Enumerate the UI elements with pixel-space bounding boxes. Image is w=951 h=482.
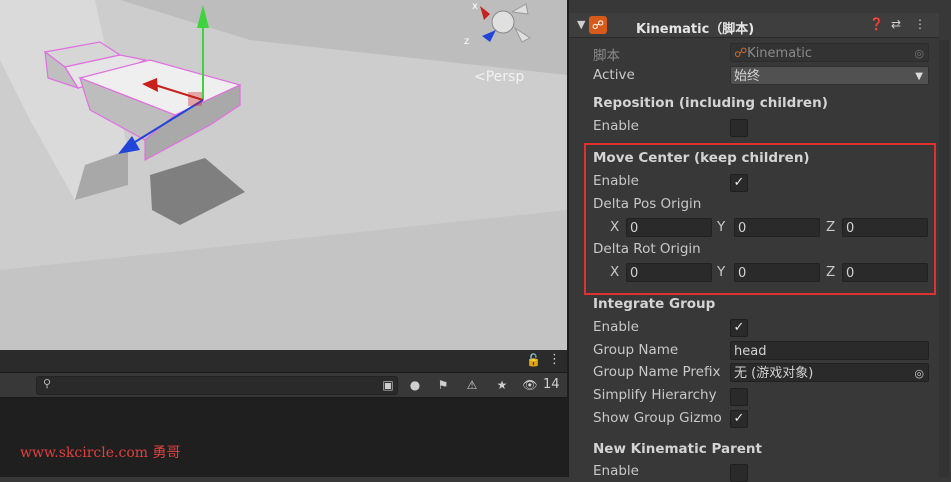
- foldout-arrow-icon[interactable]: ▼: [577, 18, 585, 31]
- show-group-gizmo-label: Show Group Gizmo: [593, 410, 722, 426]
- script-component-icon: ☍: [589, 16, 607, 34]
- highlight-box: [584, 143, 936, 295]
- hidden-count: 14: [543, 377, 560, 392]
- reposition-header: Reposition (including children): [593, 95, 828, 111]
- xy-plane-handle: [188, 92, 202, 106]
- simplify-hierarchy-label: Simplify Hierarchy: [593, 387, 717, 403]
- scene-canvas[interactable]: x z: [0, 0, 567, 350]
- projection-mode-label[interactable]: <Persp: [474, 69, 524, 85]
- show-group-gizmo-checkbox[interactable]: ✓: [730, 410, 748, 428]
- watermark: www.skcircle.com 勇哥: [20, 445, 181, 461]
- new-kinematic-parent-header: New Kinematic Parent: [593, 441, 762, 457]
- simplify-hierarchy-checkbox[interactable]: [730, 388, 748, 406]
- group-name-field[interactable]: head: [730, 341, 929, 360]
- component-title: Kinematic（脚本): [636, 22, 755, 37]
- favorite-star-icon[interactable]: ★: [491, 375, 513, 395]
- integrate-enable-checkbox[interactable]: ✓: [730, 319, 748, 337]
- component-menu-icon[interactable]: ⋮: [914, 17, 926, 31]
- group-name-prefix-field[interactable]: 无 (游戏对象) ◎: [730, 363, 929, 382]
- active-label: Active: [593, 67, 635, 83]
- object-picker-icon[interactable]: ◎: [914, 364, 924, 383]
- object-picker-icon: ◎: [914, 47, 924, 60]
- script-field: ☍Kinematic ◎: [730, 43, 929, 62]
- presets-icon[interactable]: ⇄: [891, 17, 901, 31]
- reposition-enable-checkbox[interactable]: [730, 119, 748, 137]
- panel-tab-bar: 🔓 ⋮: [0, 350, 567, 373]
- lock-icon[interactable]: 🔓: [526, 353, 541, 367]
- warning-filter-icon[interactable]: ⚠: [461, 375, 483, 395]
- search-by-type-icon[interactable]: ▣: [377, 375, 399, 395]
- search-icon: ⚲: [43, 377, 52, 390]
- group-name-prefix-label: Group Name Prefix: [593, 364, 721, 380]
- inspector-scrollbar[interactable]: [939, 40, 949, 477]
- active-dropdown[interactable]: 始终 ▼: [730, 66, 929, 85]
- integrate-enable-label: Enable: [593, 319, 639, 335]
- search-input[interactable]: ⚲: [36, 376, 398, 395]
- gizmo-z-label: z: [464, 36, 469, 47]
- reposition-enable-label: Enable: [593, 118, 639, 134]
- visibility-eye-icon[interactable]: 👁: [520, 375, 540, 395]
- new-kinematic-parent-enable-checkbox[interactable]: [730, 464, 748, 482]
- script-file-icon: ☍: [734, 46, 748, 61]
- label-icon[interactable]: ⚑: [432, 375, 454, 395]
- integrate-group-header: Integrate Group: [593, 296, 716, 312]
- dropdown-arrow-icon: ▼: [915, 71, 923, 82]
- group-name-label: Group Name: [593, 342, 679, 358]
- filter-by-type-icon[interactable]: ●: [404, 375, 426, 395]
- script-label: 脚本: [593, 48, 620, 64]
- help-icon[interactable]: ❓: [869, 17, 884, 31]
- more-options-icon[interactable]: ⋮: [548, 352, 561, 367]
- scene-view[interactable]: x z <Persp: [0, 0, 567, 350]
- gizmo-x-label: x: [472, 1, 478, 12]
